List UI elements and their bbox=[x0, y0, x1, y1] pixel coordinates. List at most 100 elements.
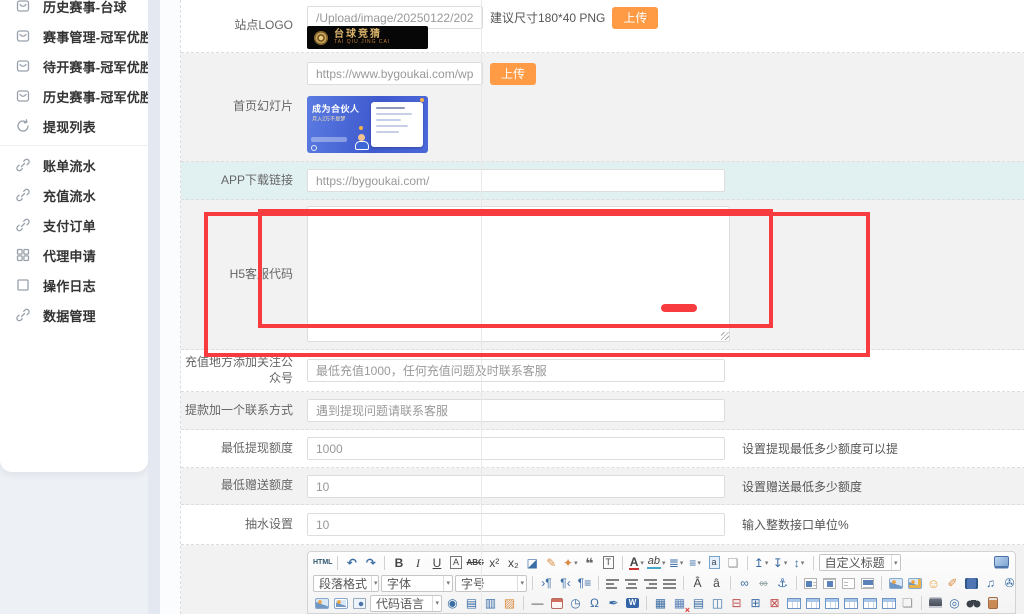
horizontal-rule-icon[interactable]: — bbox=[529, 595, 546, 612]
find-replace-icon[interactable] bbox=[965, 595, 982, 612]
print-icon[interactable] bbox=[927, 595, 944, 612]
italic-icon[interactable]: I bbox=[409, 554, 426, 571]
min-withdraw-input[interactable] bbox=[307, 437, 725, 460]
sidebar-item[interactable]: 赛事管理-冠军优胜猜 bbox=[0, 21, 148, 51]
slider-url-input[interactable] bbox=[307, 62, 483, 85]
link-icon[interactable]: ∞ bbox=[736, 575, 753, 592]
align-justify-icon[interactable] bbox=[661, 575, 678, 592]
sidebar-item[interactable]: 代理申请 bbox=[0, 240, 148, 270]
html-source-button[interactable]: HTML bbox=[313, 554, 332, 571]
slider-upload-button[interactable]: 上传 bbox=[490, 63, 536, 85]
align-center-icon[interactable] bbox=[623, 575, 640, 592]
spacing-top-icon[interactable]: ↥▾ bbox=[753, 554, 770, 571]
uppercase-icon[interactable]: Â bbox=[689, 575, 706, 592]
sidebar-item[interactable]: 数据管理 bbox=[0, 300, 148, 330]
image-manager-icon[interactable] bbox=[906, 575, 923, 592]
table-style2-icon[interactable] bbox=[804, 595, 821, 612]
undo-icon[interactable]: ↶ bbox=[343, 554, 360, 571]
ordered-list-icon[interactable]: ≣▾ bbox=[668, 554, 685, 571]
logo-upload-button[interactable]: 上传 bbox=[612, 7, 658, 29]
unlink-icon[interactable]: ∞ bbox=[755, 575, 772, 592]
image-left-icon[interactable] bbox=[802, 575, 819, 592]
insert-image-icon[interactable] bbox=[887, 575, 904, 592]
line-height-icon[interactable]: ↕▾ bbox=[791, 554, 808, 571]
paragraph-format-select[interactable]: 段落格式▾ bbox=[313, 575, 379, 592]
superscript-icon[interactable]: x² bbox=[486, 554, 503, 571]
heading-style-select[interactable]: 自定义标题▾ bbox=[819, 554, 901, 571]
insert-table-icon[interactable]: ▦ bbox=[652, 595, 669, 612]
bold-icon[interactable]: B bbox=[390, 554, 407, 571]
split-cell-icon[interactable]: ⊠ bbox=[766, 595, 783, 612]
align-left-icon[interactable] bbox=[604, 575, 621, 592]
withdraw-contact-input[interactable] bbox=[307, 399, 725, 422]
paste-word-icon[interactable]: T bbox=[600, 554, 617, 571]
sidebar-item[interactable]: 账单流水 bbox=[0, 150, 148, 180]
chart-image-icon[interactable] bbox=[313, 595, 330, 612]
table-style4-icon[interactable] bbox=[842, 595, 859, 612]
redo-icon[interactable]: ↷ bbox=[362, 554, 379, 571]
sidebar-item[interactable]: 充值流水 bbox=[0, 180, 148, 210]
sidebar-item[interactable]: 提现列表 bbox=[0, 111, 148, 141]
video-icon[interactable] bbox=[963, 575, 980, 592]
table-header-icon[interactable]: ▤ bbox=[690, 595, 707, 612]
align-right-icon[interactable] bbox=[642, 575, 659, 592]
indent-icon[interactable]: ¶≡ bbox=[576, 575, 593, 592]
auto-typeset-icon[interactable]: ✦▾ bbox=[562, 554, 579, 571]
paste-icon[interactable] bbox=[984, 595, 1001, 612]
rake-input[interactable] bbox=[307, 513, 725, 536]
sidebar-item[interactable]: 待开赛事-冠军优胜猜 bbox=[0, 51, 148, 81]
unordered-list-icon[interactable]: ≡▾ bbox=[687, 554, 704, 571]
clear-doc-icon[interactable]: ❏ bbox=[899, 595, 916, 612]
font-color-icon[interactable]: A▾ bbox=[628, 554, 645, 571]
snapscreen-icon[interactable] bbox=[332, 595, 349, 612]
dir-rtl-icon[interactable]: ¶‹ bbox=[557, 575, 574, 592]
time-icon[interactable]: ◷ bbox=[567, 595, 584, 612]
pagebreak-icon[interactable]: ▤ bbox=[463, 595, 480, 612]
font-family-select[interactable]: 字体▾ bbox=[381, 575, 453, 592]
table-style1-icon[interactable] bbox=[785, 595, 802, 612]
map-icon[interactable]: ◉ bbox=[444, 595, 461, 612]
underline-icon[interactable]: U bbox=[428, 554, 445, 571]
sidebar-item[interactable]: 历史赛事-台球 bbox=[0, 0, 148, 21]
anchor-icon[interactable]: ⚓ bbox=[774, 575, 791, 592]
attachment-icon[interactable]: ✇ bbox=[1001, 575, 1016, 592]
fullscreen-icon[interactable] bbox=[993, 554, 1010, 571]
dir-ltr-icon[interactable]: ›¶ bbox=[538, 575, 555, 592]
scrawl-icon[interactable]: ✐ bbox=[944, 575, 961, 592]
subscript-icon[interactable]: x₂ bbox=[505, 554, 522, 571]
sidebar-item[interactable]: 历史赛事-冠军优胜猜 bbox=[0, 81, 148, 111]
inline-code-icon[interactable]: a bbox=[706, 554, 723, 571]
delete-row-icon[interactable]: ⊟ bbox=[728, 595, 745, 612]
template-icon[interactable]: ▨ bbox=[501, 595, 518, 612]
recharge-note-input[interactable] bbox=[307, 359, 725, 382]
special-char-icon[interactable]: Ω bbox=[586, 595, 603, 612]
table-style5-icon[interactable] bbox=[861, 595, 878, 612]
sidebar-scrollbar[interactable] bbox=[148, 0, 160, 614]
sidebar-item[interactable]: 支付订单 bbox=[0, 210, 148, 240]
image-center-icon[interactable] bbox=[821, 575, 838, 592]
word-image-icon[interactable]: W bbox=[624, 595, 641, 612]
sidebar-item[interactable]: 操作日志 bbox=[0, 270, 148, 300]
image-right-icon[interactable] bbox=[840, 575, 857, 592]
table-style3-icon[interactable] bbox=[823, 595, 840, 612]
signature-icon[interactable]: ✒ bbox=[605, 595, 622, 612]
code-language-select[interactable]: 代码语言▾ bbox=[370, 595, 442, 612]
spacing-bottom-icon[interactable]: ↧▾ bbox=[772, 554, 789, 571]
delete-table-icon[interactable]: ▦ bbox=[671, 595, 688, 612]
table-style6-icon[interactable] bbox=[880, 595, 897, 612]
eraser-icon[interactable]: ◪ bbox=[524, 554, 541, 571]
font-size-select[interactable]: 字号▾ bbox=[455, 575, 527, 592]
format-painter-icon[interactable]: ✎ bbox=[543, 554, 560, 571]
blockquote-icon[interactable]: ❝ bbox=[581, 554, 598, 571]
preview-icon[interactable]: ◎ bbox=[946, 595, 963, 612]
merge-cells-icon[interactable]: ◫ bbox=[709, 595, 726, 612]
app-download-input[interactable] bbox=[307, 169, 725, 192]
insert-frame-icon[interactable] bbox=[351, 595, 368, 612]
lowercase-icon[interactable]: â bbox=[708, 575, 725, 592]
image-block-icon[interactable] bbox=[859, 575, 876, 592]
font-border-icon[interactable]: A bbox=[447, 554, 464, 571]
columns-icon[interactable]: ▥ bbox=[482, 595, 499, 612]
emoji-icon[interactable]: ☺ bbox=[925, 575, 942, 592]
min-bonus-input[interactable] bbox=[307, 475, 725, 498]
highlight-color-icon[interactable]: ab▾ bbox=[647, 554, 666, 571]
